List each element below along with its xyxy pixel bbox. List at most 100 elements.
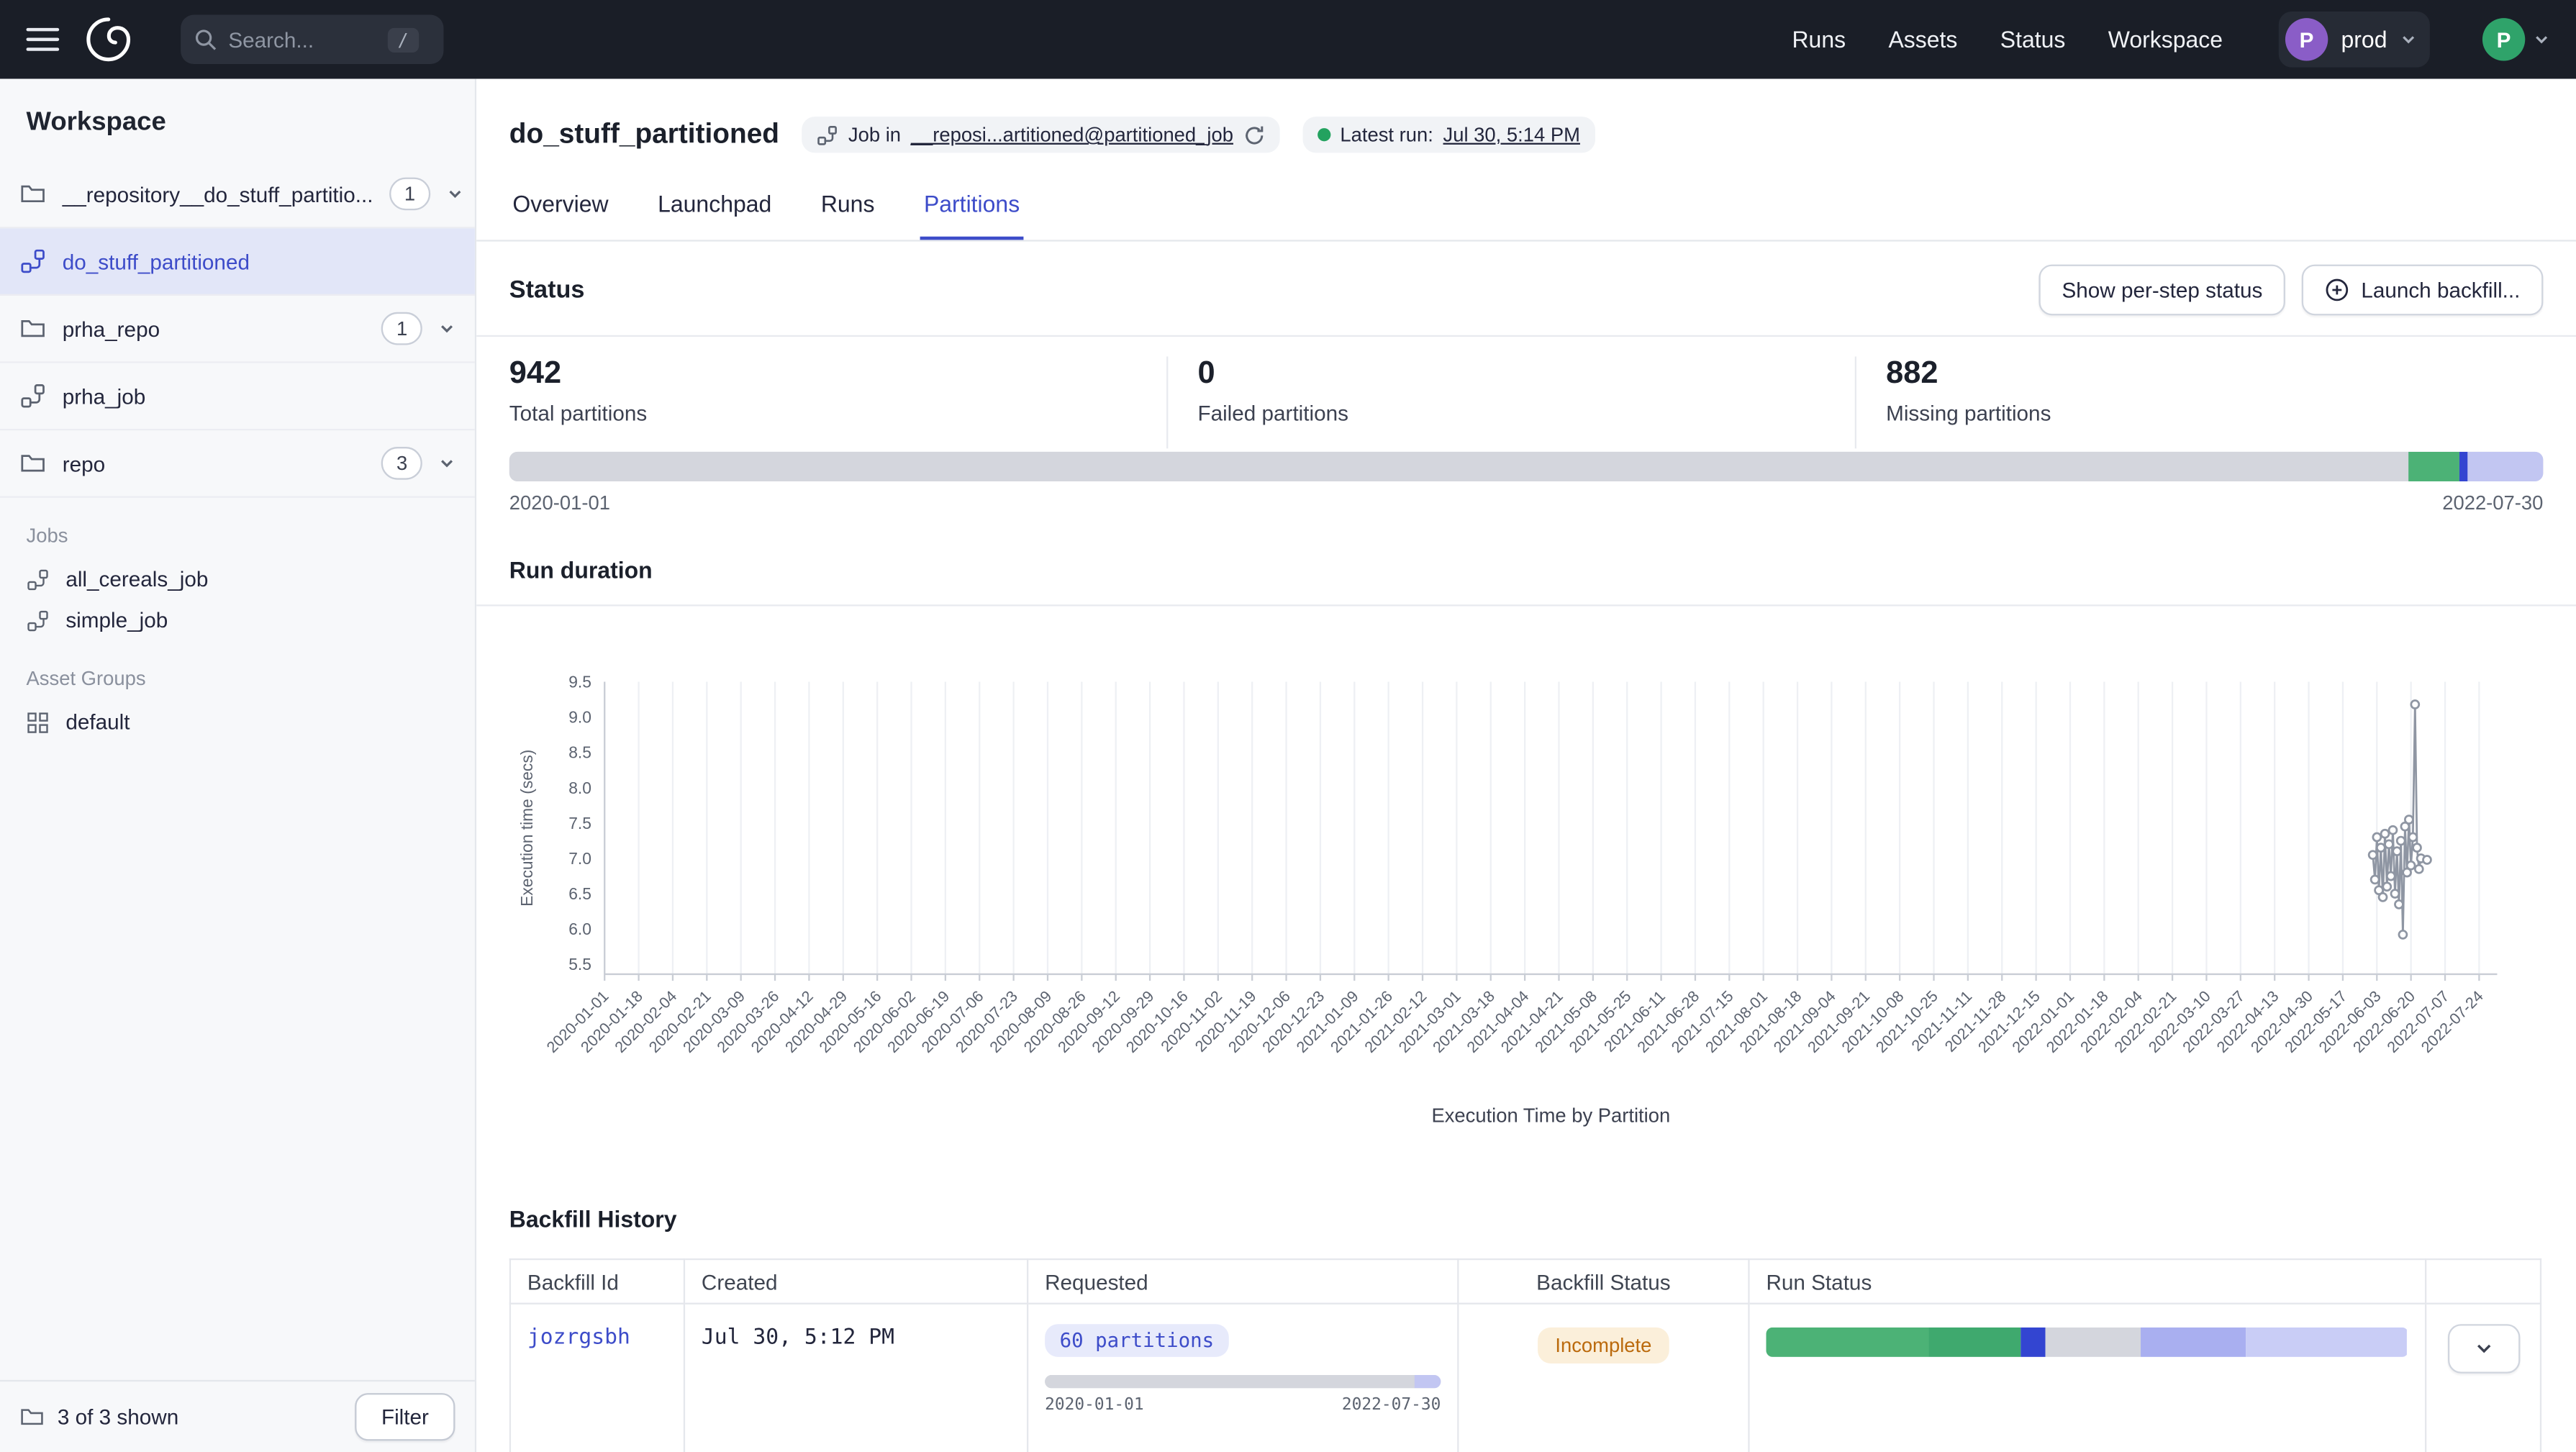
column-header-created: Created: [684, 1259, 1028, 1304]
chevron-down-icon[interactable]: [447, 186, 463, 202]
requested-count-badge: 60 partitions: [1045, 1324, 1229, 1357]
tab-overview[interactable]: Overview: [509, 187, 612, 240]
chevron-down-icon[interactable]: [439, 320, 455, 337]
user-menu[interactable]: P: [2482, 18, 2550, 60]
latest-run-badge: Latest run: Jul 30, 5:14 PM: [1302, 117, 1595, 153]
reload-icon[interactable]: [1243, 124, 1265, 145]
app-window: / Runs Assets Status Workspace P prod P: [0, 0, 2576, 1452]
stat-label: Total partitions: [509, 401, 1166, 425]
nav-link-runs[interactable]: Runs: [1792, 27, 1846, 53]
backfill-table: Backfill Id Created Requested Backfill S…: [509, 1258, 2541, 1452]
menu-icon[interactable]: [27, 28, 60, 51]
row-menu-button[interactable]: [2447, 1324, 2519, 1373]
filter-button[interactable]: Filter: [355, 1393, 455, 1440]
sidebar-item-label: __repository__do_stuff_partitio...: [63, 181, 373, 206]
top-navbar: / Runs Assets Status Workspace P prod P: [0, 0, 2576, 79]
column-header-run-status: Run Status: [1749, 1259, 2426, 1304]
backfill-id-link[interactable]: jozrgsbh: [527, 1326, 630, 1351]
job-tag: Job in __reposi...artitioned@partitioned…: [802, 117, 1279, 153]
job-icon: [19, 248, 46, 275]
backfill-status-badge: Incomplete: [1537, 1328, 1669, 1363]
svg-text:8.0: 8.0: [568, 779, 591, 797]
count-badge: 3: [381, 447, 422, 480]
sidebar-footer: 3 of 3 shown Filter: [0, 1380, 475, 1452]
partition-bar-labels: 2020-01-01 2022-07-30: [509, 491, 2544, 514]
main-content: do_stuff_partitioned Job in __reposi...a…: [476, 79, 2576, 1452]
stat-label: Failed partitions: [1197, 401, 1854, 425]
sidebar-item-do-stuff-partitioned[interactable]: do_stuff_partitioned: [0, 228, 475, 296]
deployment-avatar: P: [2285, 18, 2328, 60]
column-header-backfill-id: Backfill Id: [510, 1259, 684, 1304]
requested-end-date: 2022-07-30: [1342, 1397, 1441, 1415]
count-badge: 1: [381, 312, 422, 345]
sidebar-item-default-asset-group[interactable]: default: [0, 702, 475, 743]
chevron-down-icon: [2473, 1339, 2493, 1358]
job-tag-prefix: Job in: [848, 123, 901, 146]
nav-link-status[interactable]: Status: [2000, 27, 2066, 53]
sidebar-item-label: simple_job: [65, 608, 168, 632]
svg-text:5.5: 5.5: [568, 955, 591, 974]
job-icon: [19, 383, 46, 409]
deployment-switcher[interactable]: P prod: [2279, 12, 2430, 68]
search-icon: [194, 28, 217, 51]
status-heading: Status: [509, 276, 585, 304]
stat-total-partitions: 942 Total partitions: [509, 356, 1166, 448]
sidebar-item-prha-repo[interactable]: prha_repo 1: [0, 296, 475, 363]
table-header-row: Backfill Id Created Requested Backfill S…: [510, 1259, 2541, 1304]
button-label: Show per-step status: [2062, 278, 2262, 302]
created-timestamp: Jul 30, 5:12 PM: [702, 1326, 894, 1351]
search-input-wrapper[interactable]: /: [181, 15, 443, 64]
svg-text:8.5: 8.5: [568, 743, 591, 762]
sidebar-item-label: prha_repo: [63, 317, 160, 341]
navbar-links: Runs Assets Status Workspace P prod P: [1792, 12, 2549, 68]
stat-failed-partitions: 0 Failed partitions: [1166, 356, 1855, 448]
sidebar-item-repo[interactable]: repo 3: [0, 430, 475, 498]
page-header: do_stuff_partitioned Job in __reposi...a…: [476, 79, 2576, 242]
stat-label: Missing partitions: [1886, 401, 2543, 425]
nav-link-assets[interactable]: Assets: [1888, 27, 1957, 53]
sidebar-item-all-cereals-job[interactable]: all_cereals_job: [0, 558, 475, 599]
svg-text:7.0: 7.0: [568, 849, 591, 868]
latest-run-time-link[interactable]: Jul 30, 5:14 PM: [1443, 123, 1580, 146]
run-status-dot: [1317, 128, 1330, 141]
asset-group-icon: [27, 710, 50, 733]
svg-text:Execution Time by Partition: Execution Time by Partition: [1431, 1104, 1670, 1126]
job-tag-link[interactable]: __reposi...artitioned@partitioned_job: [911, 123, 1233, 146]
dagster-logo-icon: [83, 15, 132, 64]
tab-bar: Overview Launchpad Runs Partitions: [476, 187, 2576, 241]
sidebar-item-label: all_cereals_job: [65, 567, 208, 591]
run-status-bar[interactable]: [1766, 1328, 2408, 1357]
chevron-down-icon: [2534, 31, 2550, 47]
tab-runs[interactable]: Runs: [817, 187, 878, 240]
sidebar-item-prha-job[interactable]: prha_job: [0, 363, 475, 431]
chevron-down-icon[interactable]: [439, 455, 455, 471]
tab-partitions[interactable]: Partitions: [920, 187, 1022, 240]
show-per-step-status-button[interactable]: Show per-step status: [2039, 265, 2286, 316]
plus-circle-icon: [2325, 278, 2349, 302]
job-icon: [817, 124, 839, 145]
column-header-backfill-status: Backfill Status: [1458, 1259, 1749, 1304]
sidebar-item-simple-job[interactable]: simple_job: [0, 599, 475, 640]
backfill-history-heading: Backfill History: [476, 1150, 2576, 1258]
job-icon: [27, 609, 50, 632]
latest-run-label: Latest run:: [1340, 123, 1433, 146]
page-title: do_stuff_partitioned: [509, 118, 779, 151]
sidebar-item-repository-do-stuff[interactable]: __repository__do_stuff_partitio... 1: [0, 161, 475, 229]
dagster-logo[interactable]: [82, 13, 135, 65]
svg-text:9.0: 9.0: [568, 708, 591, 727]
column-header-actions: [2426, 1259, 2541, 1304]
tab-launchpad[interactable]: Launchpad: [655, 187, 775, 240]
partition-stats: 942 Total partitions 0 Failed partitions…: [476, 335, 2576, 449]
stat-value: 882: [1886, 356, 2543, 392]
requested-bar-labels: 2020-01-01 2022-07-30: [1045, 1397, 1441, 1415]
nav-link-workspace[interactable]: Workspace: [2108, 27, 2223, 53]
search-input[interactable]: [228, 27, 376, 52]
launch-backfill-button[interactable]: Launch backfill...: [2302, 265, 2543, 316]
deployment-label: prod: [2341, 27, 2387, 53]
search-shortcut-badge: /: [388, 27, 419, 52]
svg-text:7.5: 7.5: [568, 814, 591, 832]
sidebar-section-asset-groups-label: Asset Groups: [0, 640, 475, 701]
folder-icon: [19, 450, 46, 477]
folder-icon: [19, 1405, 44, 1429]
partition-status-bar[interactable]: [509, 452, 2544, 481]
